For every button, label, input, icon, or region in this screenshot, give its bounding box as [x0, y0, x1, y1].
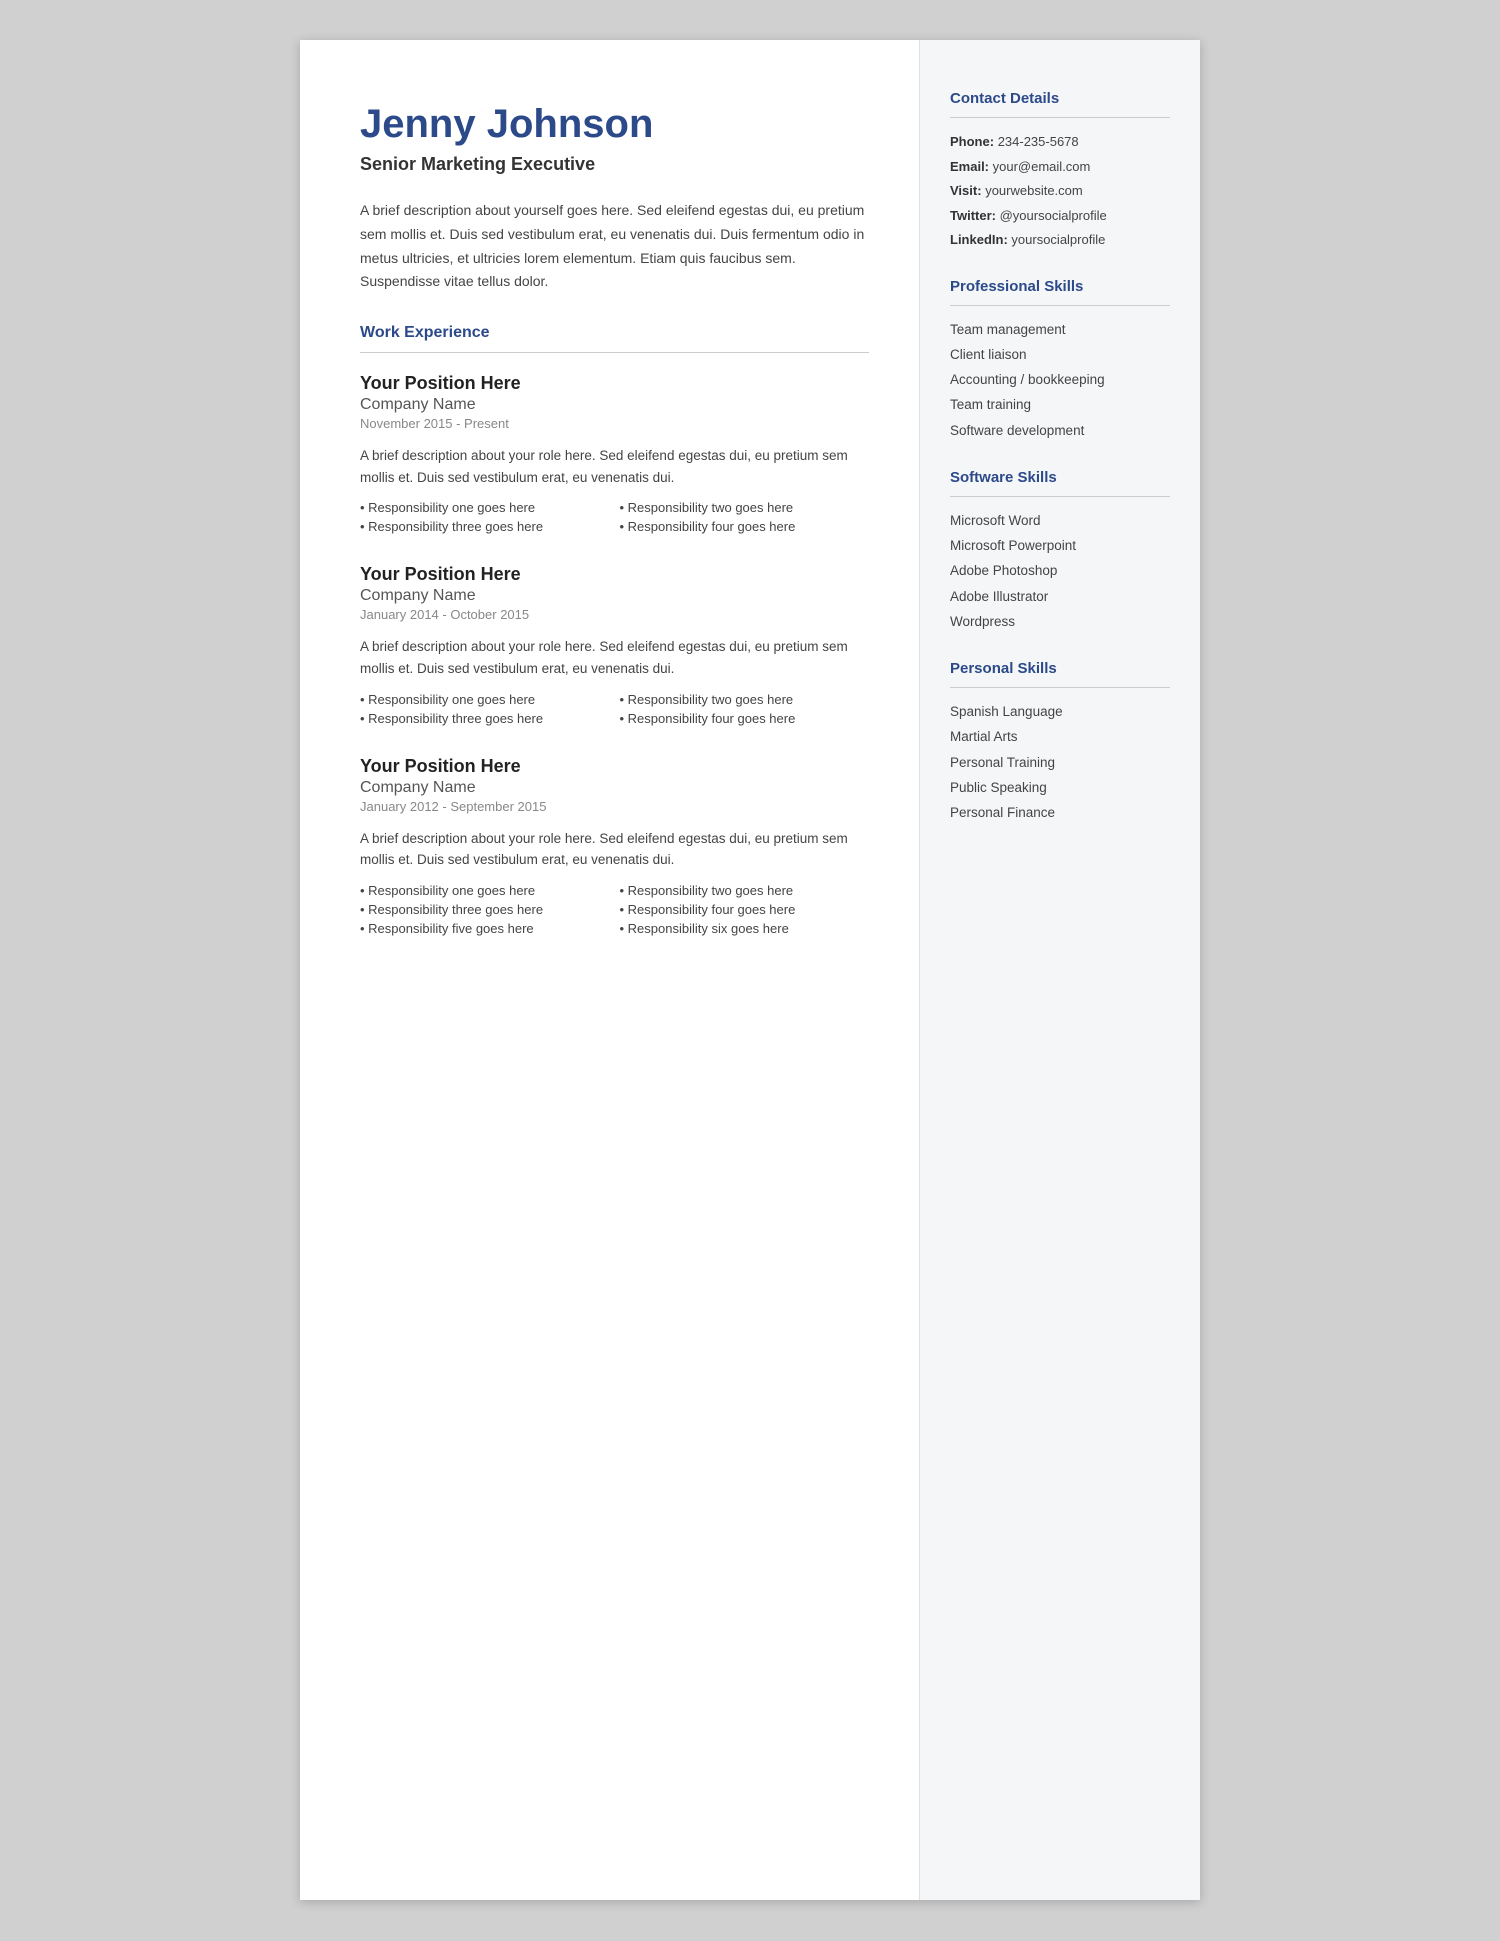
job-dates: January 2012 - September 2015 — [360, 799, 869, 814]
skill-item: Personal Finance — [950, 803, 1170, 823]
software-skills-heading: Software Skills — [950, 469, 1170, 486]
responsibilities-grid: Responsibility one goes here Responsibili… — [360, 500, 869, 534]
candidate-name: Jenny Johnson — [360, 100, 869, 148]
software-skills-list: Microsoft Word Microsoft Powerpoint Adobe … — [950, 511, 1170, 632]
resume-page: Jenny Johnson Senior Marketing Executive… — [300, 40, 1200, 1900]
jobs-container: Your Position Here Company Name November… — [360, 373, 869, 936]
contact-section: Contact Details Phone: 234-235-5678 Emai… — [950, 90, 1170, 250]
skill-item: Software development — [950, 421, 1170, 441]
skill-item: Martial Arts — [950, 727, 1170, 747]
responsibility-item: Responsibility two goes here — [620, 692, 870, 707]
job-company: Company Name — [360, 587, 869, 605]
professional-skills-divider — [950, 305, 1170, 306]
visit-item: Visit: yourwebsite.com — [950, 181, 1170, 201]
twitter-label: Twitter: — [950, 208, 996, 223]
job-item: Your Position Here Company Name January … — [360, 756, 869, 936]
visit-value: yourwebsite.com — [985, 183, 1083, 198]
linkedin-label: LinkedIn: — [950, 232, 1008, 247]
work-experience-heading: Work Experience — [360, 324, 869, 342]
sidebar-column: Contact Details Phone: 234-235-5678 Emai… — [920, 40, 1200, 1900]
personal-skills-section: Personal Skills Spanish Language Martial … — [950, 660, 1170, 823]
job-company: Company Name — [360, 779, 869, 797]
responsibility-item: Responsibility four goes here — [620, 519, 870, 534]
professional-skills-section: Professional Skills Team management Clien… — [950, 278, 1170, 441]
linkedin-item: LinkedIn: yoursocialprofile — [950, 230, 1170, 250]
responsibilities-grid: Responsibility one goes here Responsibili… — [360, 883, 869, 936]
phone-item: Phone: 234-235-5678 — [950, 132, 1170, 152]
skill-item: Adobe Illustrator — [950, 587, 1170, 607]
responsibility-item: Responsibility five goes here — [360, 921, 610, 936]
skill-item: Microsoft Powerpoint — [950, 536, 1170, 556]
job-position: Your Position Here — [360, 756, 869, 777]
candidate-bio: A brief description about yourself goes … — [360, 199, 869, 294]
job-description: A brief description about your role here… — [360, 636, 869, 679]
personal-skills-divider — [950, 687, 1170, 688]
main-column: Jenny Johnson Senior Marketing Executive… — [300, 40, 920, 1900]
job-description: A brief description about your role here… — [360, 445, 869, 488]
job-position: Your Position Here — [360, 373, 869, 394]
skill-item: Team training — [950, 395, 1170, 415]
twitter-item: Twitter: @yoursocialprofile — [950, 206, 1170, 226]
responsibility-item: Responsibility one goes here — [360, 883, 610, 898]
job-item: Your Position Here Company Name January … — [360, 564, 869, 725]
skill-item: Spanish Language — [950, 702, 1170, 722]
skill-item: Public Speaking — [950, 778, 1170, 798]
contact-divider — [950, 117, 1170, 118]
professional-skills-heading: Professional Skills — [950, 278, 1170, 295]
visit-label: Visit: — [950, 183, 982, 198]
responsibility-item: Responsibility three goes here — [360, 902, 610, 917]
responsibility-item: Responsibility one goes here — [360, 692, 610, 707]
email-label: Email: — [950, 159, 989, 174]
responsibility-item: Responsibility four goes here — [620, 711, 870, 726]
linkedin-value: yoursocialprofile — [1011, 232, 1105, 247]
job-item: Your Position Here Company Name November… — [360, 373, 869, 534]
responsibility-item: Responsibility three goes here — [360, 519, 610, 534]
phone-value: 234-235-5678 — [998, 134, 1079, 149]
personal-skills-heading: Personal Skills — [950, 660, 1170, 677]
responsibilities-grid: Responsibility one goes here Responsibili… — [360, 692, 869, 726]
work-experience-divider — [360, 352, 869, 353]
job-description: A brief description about your role here… — [360, 828, 869, 871]
job-company: Company Name — [360, 396, 869, 414]
twitter-value: @yoursocialprofile — [1000, 208, 1107, 223]
job-dates: January 2014 - October 2015 — [360, 607, 869, 622]
skill-item: Personal Training — [950, 753, 1170, 773]
professional-skills-list: Team management Client liaison Accounting … — [950, 320, 1170, 441]
candidate-title: Senior Marketing Executive — [360, 154, 869, 175]
skill-item: Microsoft Word — [950, 511, 1170, 531]
responsibility-item: Responsibility two goes here — [620, 883, 870, 898]
skill-item: Accounting / bookkeeping — [950, 370, 1170, 390]
responsibility-item: Responsibility one goes here — [360, 500, 610, 515]
responsibility-item: Responsibility four goes here — [620, 902, 870, 917]
phone-label: Phone: — [950, 134, 994, 149]
job-position: Your Position Here — [360, 564, 869, 585]
email-value: your@email.com — [993, 159, 1091, 174]
job-dates: November 2015 - Present — [360, 416, 869, 431]
responsibility-item: Responsibility six goes here — [620, 921, 870, 936]
responsibility-item: Responsibility three goes here — [360, 711, 610, 726]
responsibility-item: Responsibility two goes here — [620, 500, 870, 515]
email-item: Email: your@email.com — [950, 157, 1170, 177]
personal-skills-list: Spanish Language Martial Arts Personal Tra… — [950, 702, 1170, 823]
skill-item: Client liaison — [950, 345, 1170, 365]
skill-item: Wordpress — [950, 612, 1170, 632]
skill-item: Team management — [950, 320, 1170, 340]
skill-item: Adobe Photoshop — [950, 561, 1170, 581]
software-skills-section: Software Skills Microsoft WordMicrosoft … — [950, 469, 1170, 632]
software-skills-divider — [950, 496, 1170, 497]
contact-heading: Contact Details — [950, 90, 1170, 107]
